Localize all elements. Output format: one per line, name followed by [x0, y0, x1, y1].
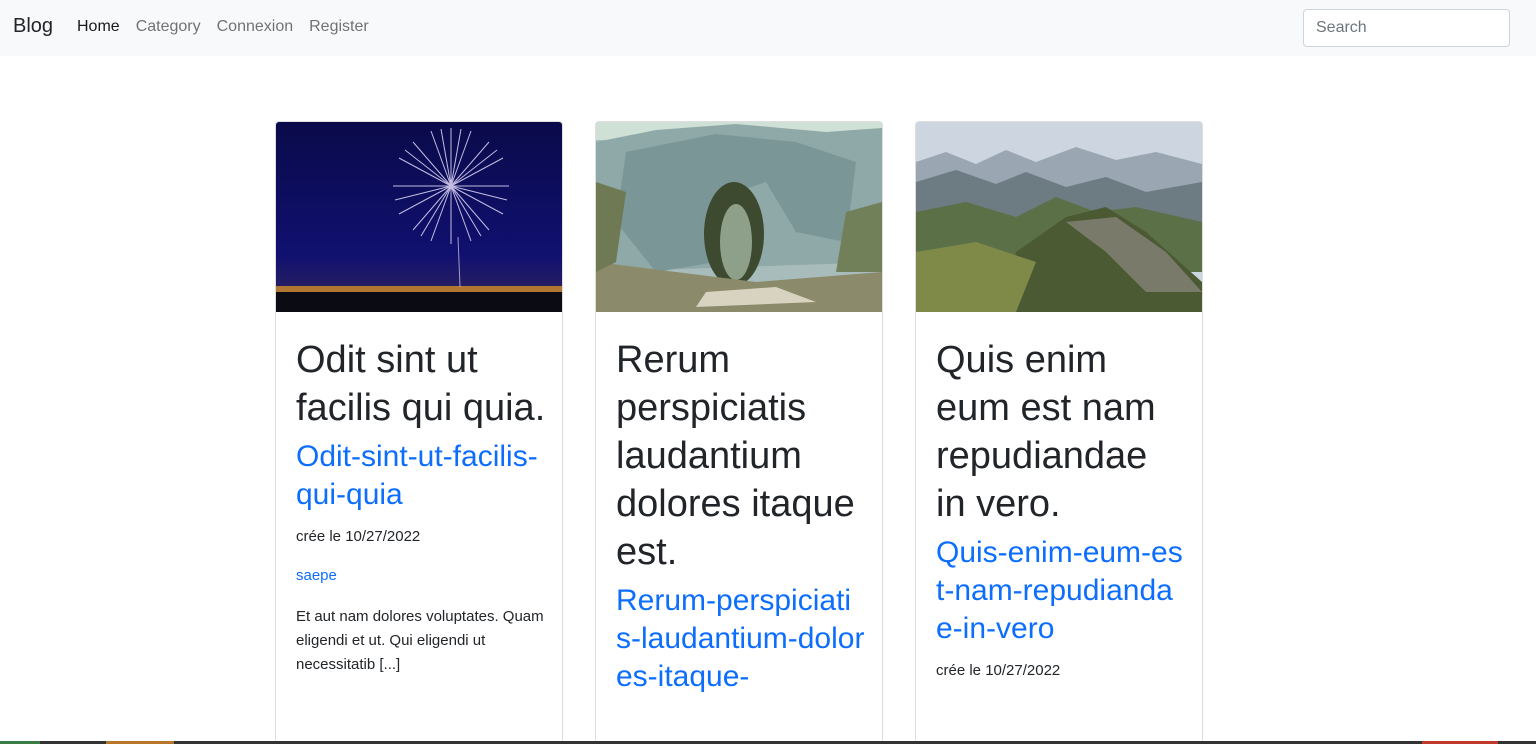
nav-register[interactable]: Register: [309, 18, 369, 36]
post-card: Odit sint ut facilis qui quia. Odit-sint…: [275, 121, 563, 744]
post-link[interactable]: Odit-sint-ut-facilis-qui-quia: [296, 438, 546, 514]
post-image-rock-arch[interactable]: [596, 122, 882, 312]
post-body: Odit sint ut facilis qui quia. Odit-sint…: [296, 336, 546, 677]
navbar: Blog Home Category Connexion Register: [0, 0, 1536, 56]
nav-links: Home Category Connexion Register: [77, 18, 369, 36]
post-title: Rerum perspiciatis laudantium dolores it…: [616, 339, 855, 573]
fireworks-image: [276, 122, 562, 312]
post-date: crée le 10/27/2022: [296, 528, 421, 545]
post-category-link[interactable]: saepe: [296, 567, 337, 584]
post-title: Odit sint ut facilis qui quia.: [296, 339, 546, 429]
post-excerpt: Et aut nam dolores voluptates. Quam elig…: [296, 608, 544, 673]
post-image-fireworks[interactable]: [276, 122, 562, 312]
post-title: Quis enim eum est nam repudiandae in ver…: [936, 339, 1156, 525]
post-image-mountains[interactable]: [916, 122, 1202, 312]
post-date: crée le 10/27/2022: [936, 662, 1061, 679]
search-input[interactable]: [1303, 9, 1510, 47]
nav-connexion[interactable]: Connexion: [217, 18, 294, 36]
post-card: Quis enim eum est nam repudiandae in ver…: [915, 121, 1203, 744]
post-body: Rerum perspiciatis laudantium dolores it…: [616, 336, 866, 696]
post-body: Quis enim eum est nam repudiandae in ver…: [936, 336, 1186, 679]
rock-arch-image: [596, 122, 882, 312]
nav-category[interactable]: Category: [136, 18, 201, 36]
post-link[interactable]: Quis-enim-eum-est-nam-repudiandae-in-ver…: [936, 534, 1186, 648]
post-card: Rerum perspiciatis laudantium dolores it…: [595, 121, 883, 744]
mountains-image: [916, 122, 1202, 312]
post-link[interactable]: Rerum-perspiciatis-laudantium-dolores-it…: [616, 582, 866, 696]
nav-home[interactable]: Home: [77, 18, 120, 36]
brand-link[interactable]: Blog: [13, 15, 53, 38]
